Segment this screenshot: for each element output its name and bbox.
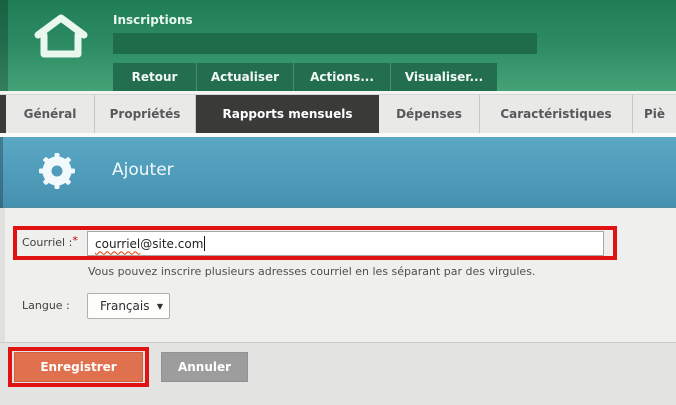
tab-bar: Général Propriétés Rapports mensuels Dép… bbox=[0, 95, 676, 133]
section-title: Ajouter bbox=[112, 160, 174, 180]
tab-rapports-mensuels[interactable]: Rapports mensuels bbox=[196, 95, 379, 133]
email-label: Courriel :* bbox=[22, 236, 78, 249]
home-icon[interactable] bbox=[30, 9, 92, 63]
email-value-rest: @site.com bbox=[140, 237, 203, 251]
chevron-down-icon: ▼ bbox=[157, 302, 163, 311]
page: Inscriptions Retour Actualiser Actions..… bbox=[0, 0, 676, 405]
language-select[interactable]: Français ▼ bbox=[87, 293, 170, 319]
save-button[interactable]: Enregistrer bbox=[14, 352, 143, 382]
back-button[interactable]: Retour bbox=[113, 63, 196, 91]
email-help-text: Vous pouvez inscrire plusieurs adresses … bbox=[88, 265, 535, 278]
language-selected-value: Français bbox=[100, 299, 149, 313]
refresh-button[interactable]: Actualiser bbox=[196, 63, 293, 91]
email-input[interactable]: courriel@site.com bbox=[87, 231, 604, 256]
subtitle-bar bbox=[113, 33, 537, 54]
tab-depenses[interactable]: Dépenses bbox=[379, 95, 480, 133]
section-left-strip bbox=[0, 137, 3, 208]
toolbar: Retour Actualiser Actions... Visualiser.… bbox=[113, 63, 497, 91]
tab-pieces[interactable]: Piè bbox=[633, 95, 676, 133]
email-label-text: Courriel : bbox=[22, 236, 72, 249]
gear-icon bbox=[38, 152, 76, 190]
section-header bbox=[0, 137, 676, 208]
tab-caracteristiques[interactable]: Caractéristiques bbox=[480, 95, 633, 133]
tab-general[interactable]: Général bbox=[6, 95, 95, 133]
page-title: Inscriptions bbox=[113, 13, 193, 27]
text-caret bbox=[204, 236, 205, 251]
email-value-misspelled: courriel bbox=[95, 237, 140, 251]
header-left-strip bbox=[0, 0, 8, 91]
actions-menu-button[interactable]: Actions... bbox=[293, 63, 390, 91]
tab-proprietes[interactable]: Propriétés bbox=[95, 95, 196, 133]
visualize-menu-button[interactable]: Visualiser... bbox=[390, 63, 497, 91]
required-marker: * bbox=[72, 234, 78, 247]
cancel-button[interactable]: Annuler bbox=[161, 352, 248, 382]
language-label: Langue : bbox=[22, 299, 70, 312]
